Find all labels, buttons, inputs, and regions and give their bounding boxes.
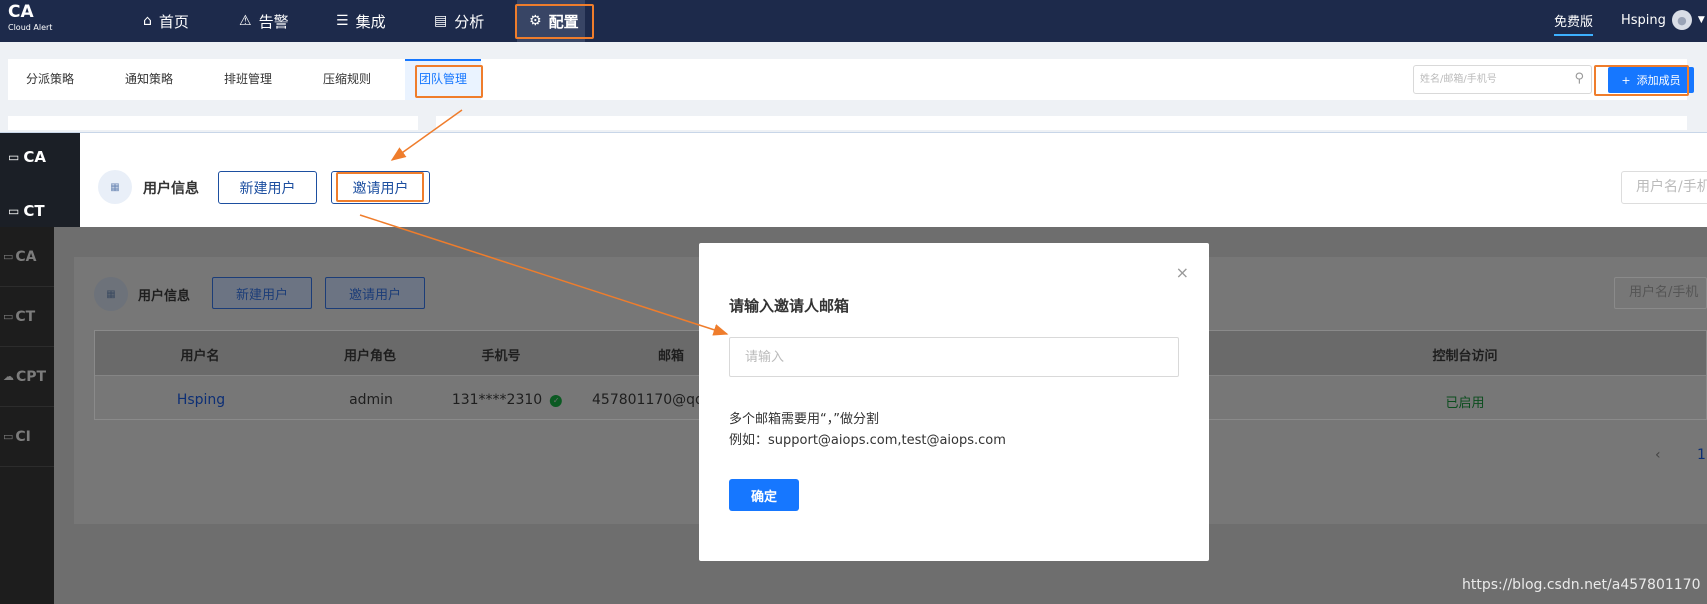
tab-dispatch-policy[interactable]: 分派策略 xyxy=(26,59,74,100)
brand-logo[interactable]: CA Cloud Alert xyxy=(8,4,52,32)
pager-prev-icon[interactable]: ‹ xyxy=(1655,447,1661,463)
user-menu[interactable]: Hsping ● ▼ xyxy=(1621,10,1705,30)
home-icon: ⌂ xyxy=(143,13,152,29)
col-username: 用户名 xyxy=(180,349,220,364)
tab-notify-policy[interactable]: 通知策略 xyxy=(125,59,173,100)
pager-page[interactable]: 1 xyxy=(1697,447,1706,463)
bg-side-label: CA xyxy=(15,248,37,265)
modal-hint-separator: 多个邮箱需要用“，”做分割 xyxy=(729,412,879,427)
nav-item-label: 首页 xyxy=(158,12,189,31)
sub-tab-bar: 分派策略 通知策略 排班管理 压缩规则 团队管理 ⚲ + 添加成员 xyxy=(8,59,1694,100)
edition-link[interactable]: 免费版 xyxy=(1554,11,1594,36)
layers-icon: ☰ xyxy=(336,13,349,29)
user-info-icon: ▦ xyxy=(94,277,128,311)
add-member-button[interactable]: + 添加成员 xyxy=(1608,67,1694,93)
col-phone: 手机号 xyxy=(481,349,521,364)
cell-console-access: 已启用 xyxy=(1445,396,1485,411)
brand-subtitle: Cloud Alert xyxy=(8,23,53,32)
bg-side-item-cpt[interactable]: ☁ CPT xyxy=(0,347,54,407)
col-console-access: 控制台访问 xyxy=(1432,349,1498,364)
avatar: ● xyxy=(1671,10,1692,30)
modal-title: 请输入邀请人邮箱 xyxy=(729,297,850,315)
nav-item-label: 告警 xyxy=(258,12,289,31)
col-role: 用户角色 xyxy=(343,349,397,364)
add-member-label: 添加成员 xyxy=(1636,74,1681,87)
content-strip-right xyxy=(436,116,1687,130)
member-search: ⚲ xyxy=(1413,65,1592,94)
chevron-down-icon: ▼ xyxy=(1697,15,1705,25)
cell-email: 457801170@qq.c xyxy=(592,392,717,408)
cell-phone: 131****2310 ✓ xyxy=(451,392,563,408)
alarm-icon: ⚠ xyxy=(239,13,252,29)
plus-icon: + xyxy=(1621,73,1631,87)
confirm-button[interactable]: 确定 xyxy=(729,479,799,511)
zoom-card xyxy=(80,151,1707,228)
nav-item-home[interactable]: ⌂ 首页 xyxy=(143,0,189,42)
col-email: 邮箱 xyxy=(657,349,685,364)
user-info-icon: ▦ xyxy=(98,170,132,204)
bg-side-item-ct[interactable]: ▭ CT xyxy=(0,287,54,347)
invite-email-modal: × 请输入邀请人邮箱 多个邮箱需要用“，”做分割 例如：support@aiop… xyxy=(699,243,1209,561)
modal-hint-example: 例如：support@aiops.com,test@aiops.com xyxy=(729,433,1006,448)
monitor-icon: ▭ xyxy=(8,150,20,164)
bg-new-user-button[interactable]: 新建用户 xyxy=(212,277,312,309)
nav-item-config[interactable]: ⚙ 配置 xyxy=(517,0,585,42)
zoom-invite-user-button[interactable]: 邀请用户 xyxy=(331,171,430,204)
invite-email-input[interactable] xyxy=(729,337,1179,377)
bg-side-label: CT xyxy=(15,308,36,325)
bg-user-info-title: 用户信息 xyxy=(138,289,191,304)
tab-schedule[interactable]: 排班管理 xyxy=(224,59,272,100)
verified-check-icon: ✓ xyxy=(550,395,563,407)
tab-team-management[interactable]: 团队管理 xyxy=(405,59,482,100)
bg-invite-user-button[interactable]: 邀请用户 xyxy=(325,277,425,309)
cloud-icon: ☁ xyxy=(3,370,14,383)
nav-item-integration[interactable]: ☰ 集成 xyxy=(336,0,386,42)
monitor-icon: ▭ xyxy=(3,250,14,263)
bg-side-label: CI xyxy=(15,428,31,445)
tab-compress-rules[interactable]: 压缩规则 xyxy=(323,59,371,100)
brand-name: CA xyxy=(8,2,34,22)
top-nav-bar: CA Cloud Alert ⌂ 首页 ⚠ 告警 ☰ 集成 ▤ 分析 ⚙ 配置 … xyxy=(0,0,1707,42)
zoom-user-info-title: 用户信息 xyxy=(143,181,199,197)
zoom-user-search[interactable]: 用户名/手机 xyxy=(1621,171,1707,204)
watermark: https://blog.csdn.net/a457801170 xyxy=(1462,577,1701,593)
monitor-icon: ▭ xyxy=(3,430,14,443)
nav-item-alerts[interactable]: ⚠ 告警 xyxy=(239,0,289,42)
bg-side-label: CPT xyxy=(16,368,47,385)
cell-username[interactable]: Hsping xyxy=(177,392,225,408)
nav-item-label: 配置 xyxy=(548,12,579,31)
search-icon[interactable]: ⚲ xyxy=(1574,71,1584,86)
bg-user-search[interactable]: 用户名/手机 xyxy=(1614,277,1707,309)
close-icon[interactable]: × xyxy=(1176,265,1189,281)
zoom-side-label: CA xyxy=(23,148,46,166)
nav-item-label: 集成 xyxy=(355,12,386,31)
cell-role: admin xyxy=(349,392,393,408)
zoom-new-user-button[interactable]: 新建用户 xyxy=(218,171,317,204)
cell-phone-text: 131****2310 xyxy=(451,392,543,408)
bg-side-item-ci[interactable]: ▭ CI xyxy=(0,407,54,467)
gear-icon: ⚙ xyxy=(529,13,542,29)
content-strip-left xyxy=(8,116,418,130)
chart-icon: ▤ xyxy=(434,13,448,29)
bg-side-item-ca[interactable]: ▭ CA xyxy=(0,227,54,287)
zoom-side-label: CT xyxy=(23,202,45,220)
nav-item-label: 分析 xyxy=(454,12,485,31)
user-name: Hsping xyxy=(1621,12,1666,28)
monitor-chart-icon: ▭ xyxy=(3,310,14,323)
monitor-chart-icon: ▭ xyxy=(8,204,20,218)
zoom-side-item-ca[interactable]: ▭ CA xyxy=(0,139,80,175)
nav-item-analysis[interactable]: ▤ 分析 xyxy=(434,0,484,42)
member-search-input[interactable] xyxy=(1414,66,1564,93)
zoom-side-item-ct[interactable]: ▭ CT xyxy=(0,193,80,229)
